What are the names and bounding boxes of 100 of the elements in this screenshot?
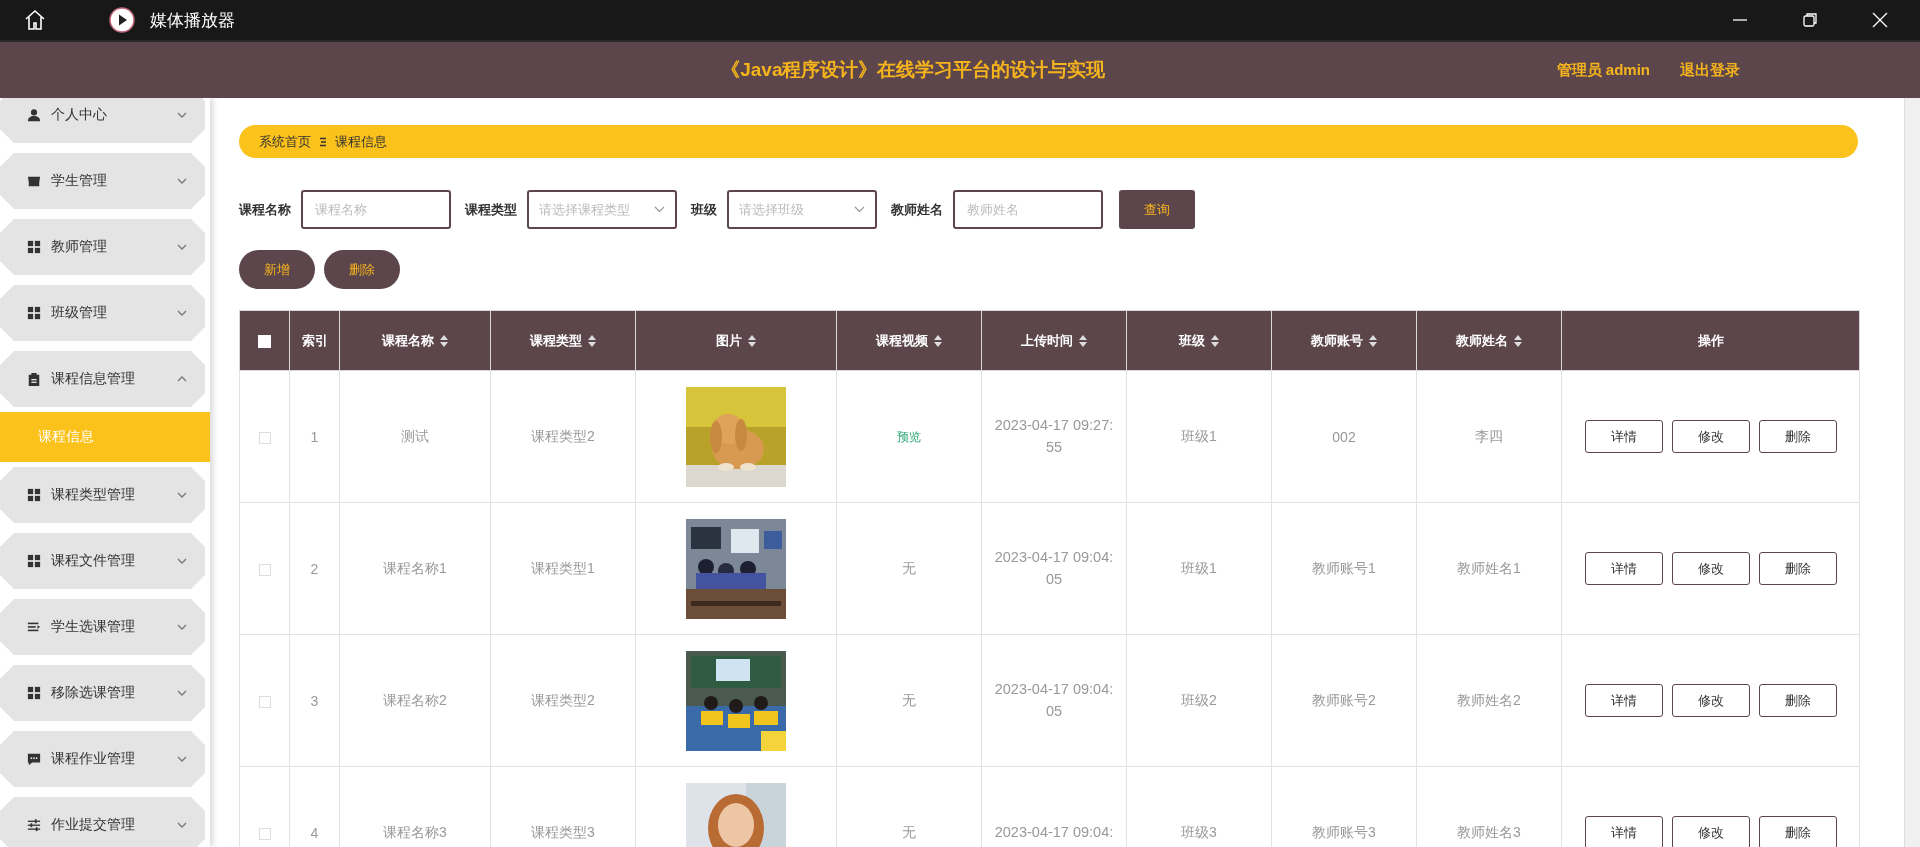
window-title: 媒体播放器 (150, 9, 235, 32)
cell-text: 测试 (401, 427, 429, 444)
action-button[interactable]: 详情 (1584, 684, 1663, 717)
column-header[interactable]: 上传时间 (1021, 331, 1073, 350)
grid-icon (27, 240, 41, 254)
grid-icon (27, 306, 41, 320)
action-button[interactable]: 删除 (1758, 552, 1837, 585)
cell-text: 班级3 (1181, 823, 1217, 840)
cell-text: 课程类型2 (531, 691, 595, 708)
clipboard-icon (27, 372, 41, 386)
cell-text: 教师账号2 (1312, 691, 1376, 708)
search-button[interactable]: 查询 (1119, 190, 1195, 229)
sort-icon[interactable] (748, 334, 756, 347)
cell-text: 课程名称1 (383, 559, 447, 576)
sort-icon[interactable] (588, 334, 596, 347)
cell-text: 2023-04-17 09:04:05 (993, 548, 1115, 589)
cell-text: 2023-04-17 09:04: (993, 823, 1115, 842)
breadcrumb-link[interactable]: 系统首页 (259, 132, 311, 151)
column-header[interactable]: 课程名称 (382, 331, 434, 350)
column-header[interactable]: 教师账号 (1311, 331, 1363, 350)
action-button[interactable]: 修改 (1671, 684, 1750, 717)
caret-down-icon (177, 242, 187, 252)
cell-text: 课程名称2 (383, 691, 447, 708)
action-button[interactable]: 详情 (1584, 420, 1663, 453)
sidebar-item[interactable]: 个人中心 (0, 98, 205, 143)
row-checkbox[interactable] (258, 695, 271, 708)
sidebar-item[interactable]: 移除选课管理 (0, 665, 205, 721)
sort-icon[interactable] (440, 334, 448, 347)
action-button[interactable]: 修改 (1671, 816, 1750, 847)
home-icon[interactable] (24, 9, 46, 31)
action-button[interactable]: 删除 (1758, 684, 1837, 717)
cell-text: 2023-04-17 09:27:55 (993, 416, 1115, 457)
column-header[interactable]: 班级 (1179, 331, 1205, 350)
sidebar-item[interactable]: 班级管理 (0, 285, 205, 341)
column-header: 操作 (1697, 331, 1724, 350)
close-icon[interactable] (1872, 12, 1888, 28)
action-button[interactable]: 修改 (1671, 552, 1750, 585)
cell-text: 无 (902, 559, 916, 576)
caret-down-icon (177, 820, 187, 830)
text-field[interactable]: 课程名称 (301, 190, 451, 229)
sort-icon[interactable] (1514, 334, 1522, 347)
sidebar-item[interactable]: 课程信息管理 (0, 351, 205, 407)
cell-text: 2023-04-17 09:04:05 (993, 680, 1115, 721)
sidebar-item[interactable]: 课程作业管理 (0, 731, 205, 787)
cell-text: 课程类型2 (531, 427, 595, 444)
play-icon (109, 7, 135, 33)
column-header[interactable]: 课程视频 (876, 331, 928, 350)
cell-text: 2 (310, 560, 319, 577)
cell-text: 李四 (1475, 427, 1503, 444)
logout-link[interactable]: 退出登录 (1680, 60, 1740, 80)
toolbar-button[interactable]: 新增 (239, 250, 315, 289)
action-button[interactable]: 删除 (1758, 420, 1837, 453)
row-checkbox[interactable] (258, 563, 271, 576)
sidebar-item[interactable]: 课程文件管理 (0, 533, 205, 589)
separator-icon (319, 136, 327, 147)
action-button[interactable]: 修改 (1671, 420, 1750, 453)
column-header[interactable]: 教师姓名 (1456, 331, 1508, 350)
sidebar-item[interactable]: 教师管理 (0, 219, 205, 275)
sort-icon[interactable] (1079, 334, 1087, 347)
restore-icon[interactable] (1802, 12, 1818, 28)
caret-down-icon (177, 688, 187, 698)
filter-label: 课程类型 (465, 200, 517, 219)
cell-text: 无 (902, 691, 916, 708)
cell-text: 班级1 (1181, 559, 1217, 576)
action-button[interactable]: 删除 (1758, 816, 1837, 847)
cell-text: 1 (310, 428, 319, 445)
sidebar-item[interactable]: 作业提交管理 (0, 797, 205, 847)
cell-text: 002 (1332, 428, 1356, 445)
caret-down-icon (854, 206, 865, 213)
cell-text: 教师姓名3 (1457, 823, 1521, 840)
sidebar-item[interactable]: 课程类型管理 (0, 467, 205, 523)
cell-text: 课程名称3 (383, 823, 447, 840)
sliders-icon (27, 818, 41, 832)
caret-up-icon (177, 374, 187, 384)
filter-label: 教师姓名 (891, 200, 943, 219)
chat-icon (27, 752, 41, 766)
sidebar-item[interactable]: 学生管理 (0, 153, 205, 209)
action-button[interactable]: 详情 (1584, 552, 1663, 585)
column-header[interactable]: 课程类型 (530, 331, 582, 350)
toolbar-button[interactable]: 删除 (324, 250, 400, 289)
user-link[interactable]: 管理员 admin (1556, 60, 1650, 80)
cell-text: 教师账号1 (1312, 559, 1376, 576)
grid-icon (27, 488, 41, 502)
sidebar-item[interactable]: 学生选课管理 (0, 599, 205, 655)
select-all-checkbox[interactable] (258, 335, 271, 349)
sort-icon[interactable] (1369, 334, 1377, 347)
text-field[interactable]: 教师姓名 (953, 190, 1103, 229)
cell-text: 教师姓名2 (1457, 691, 1521, 708)
row-checkbox[interactable] (258, 827, 271, 840)
row-checkbox[interactable] (258, 431, 271, 444)
breadcrumb-link[interactable]: 课程信息 (335, 132, 387, 151)
action-button[interactable]: 详情 (1584, 816, 1663, 847)
caret-down-icon (177, 754, 187, 764)
scrollbar[interactable] (1904, 98, 1920, 847)
sort-icon[interactable] (934, 334, 942, 347)
caret-down-icon (177, 308, 187, 318)
cell-text: 无 (902, 823, 916, 840)
column-header[interactable]: 图片 (716, 331, 742, 350)
sort-icon[interactable] (1211, 334, 1219, 347)
caret-down-icon (177, 110, 187, 120)
